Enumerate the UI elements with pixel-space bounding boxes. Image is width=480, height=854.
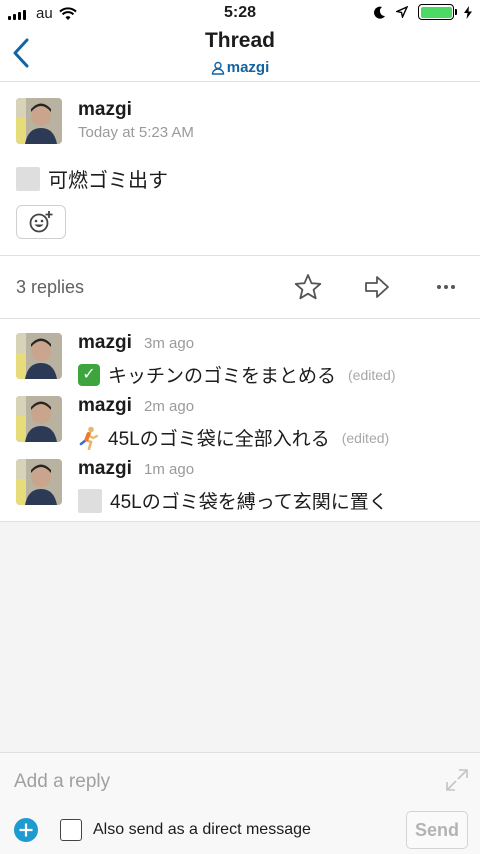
avatar-photo: [16, 459, 62, 505]
plus-icon: [19, 823, 33, 837]
custom-emoji-icon: [78, 488, 102, 513]
status-right: [374, 4, 472, 20]
reply-body: 45Lのゴミ袋を縛って玄関に置く: [78, 487, 388, 514]
star-icon: [294, 274, 322, 300]
reply-time: 2m ago: [144, 398, 195, 415]
battery-icon: [418, 4, 457, 20]
edited-label: (edited): [341, 429, 390, 446]
reply-author[interactable]: mazgi: [78, 458, 132, 480]
channel-name: mazgi: [226, 59, 270, 76]
reply-author[interactable]: mazgi: [78, 395, 132, 417]
avatar-photo: [16, 98, 62, 144]
parent-message: mazgi Today at 5:23 AM 可燃ゴミ出す: [0, 82, 480, 256]
channel-link[interactable]: mazgi: [0, 59, 480, 76]
avatar[interactable]: [16, 396, 62, 442]
page-title: Thread: [204, 29, 275, 52]
avatar[interactable]: [16, 333, 62, 379]
reply-composer: Also send as a direct message Send: [0, 752, 480, 854]
direct-message-label[interactable]: Also send as a direct message: [93, 821, 311, 839]
status-bar: au 5:28: [0, 0, 480, 28]
avatar-photo: [16, 333, 62, 379]
add-reaction-icon: [29, 211, 53, 233]
reply-author[interactable]: mazgi: [78, 332, 132, 354]
share-arrow-icon: [365, 276, 389, 298]
person-icon: [211, 61, 224, 75]
more-icon: [437, 285, 455, 289]
avatar[interactable]: [16, 98, 62, 144]
direct-message-checkbox[interactable]: [60, 819, 82, 841]
expand-composer-button[interactable]: [444, 767, 470, 793]
moon-icon: [374, 6, 385, 19]
custom-emoji-icon: [16, 166, 40, 191]
add-attachment-button[interactable]: [14, 818, 38, 842]
send-button[interactable]: Send: [406, 811, 468, 849]
thread-empty-area: [0, 522, 480, 752]
reply-input[interactable]: [14, 767, 434, 797]
message-text: 可燃ゴミ出す: [48, 170, 168, 192]
replies-count: 3 replies: [16, 277, 85, 297]
avatar[interactable]: [16, 459, 62, 505]
reply-item[interactable]: mazgi 3m ago ✓ キッチンのゴミをまとめる (edited): [0, 319, 480, 387]
reply-item[interactable]: mazgi 2m ago 45Lのゴミ袋に全部入れる (edited): [0, 382, 480, 450]
location-arrow-icon: [396, 6, 408, 18]
message-body: 可燃ゴミ出す: [16, 164, 168, 193]
message-timestamp: Today at 5:23 AM: [78, 124, 194, 141]
reply-time: 3m ago: [144, 335, 195, 352]
expand-icon: [446, 769, 468, 791]
add-reaction-button[interactable]: [16, 205, 66, 239]
avatar-photo: [16, 396, 62, 442]
reply-list: mazgi 3m ago ✓ キッチンのゴミをまとめる (edited) maz…: [0, 319, 480, 522]
share-button[interactable]: [362, 272, 392, 302]
more-button[interactable]: [431, 272, 461, 302]
edited-label: (edited): [348, 366, 396, 383]
reply-time: 1m ago: [144, 461, 195, 478]
replies-bar: 3 replies: [0, 256, 480, 319]
battery-fill: [420, 6, 452, 18]
charging-bolt-icon: [464, 5, 472, 19]
reply-text: 45Lのゴミ袋を縛って玄関に置く: [110, 492, 388, 513]
star-button[interactable]: [293, 272, 323, 302]
reply-item[interactable]: mazgi 1m ago 45Lのゴミ袋を縛って玄関に置く: [0, 445, 480, 513]
nav-bar: Thread mazgi: [0, 28, 480, 82]
message-author[interactable]: mazgi: [78, 99, 132, 121]
